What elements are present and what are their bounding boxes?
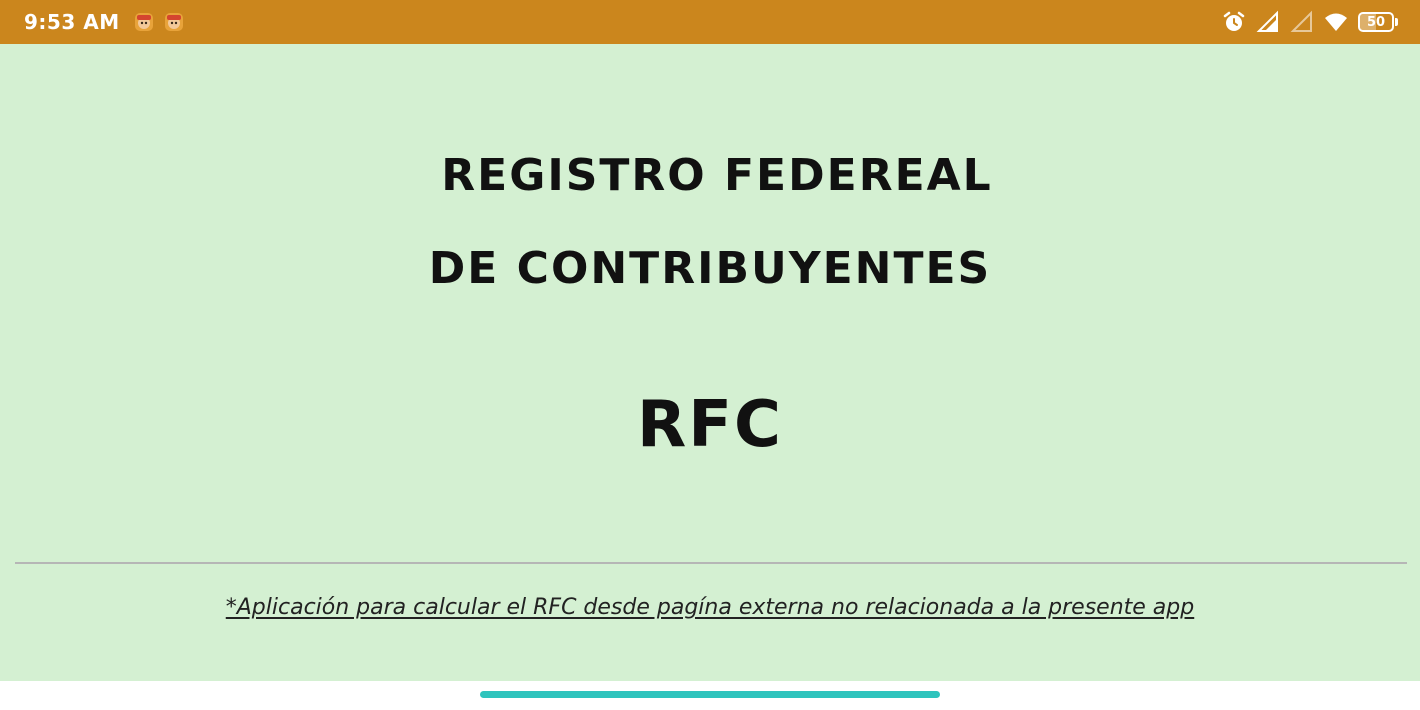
status-right: 50 [1222, 10, 1398, 34]
title-line-1: REGISTRO FEDEREAL [441, 150, 993, 201]
main-content: REGISTRO FEDEREAL DE CONTRIBUYENTES RFC … [0, 44, 1420, 681]
navigation-bar [0, 681, 1420, 710]
battery-tip [1395, 18, 1398, 26]
status-bar: 9:53 AM 50 [0, 0, 1420, 44]
battery-body: 50 [1358, 12, 1394, 32]
rfc-acronym: RFC [637, 388, 783, 462]
cellular-signal-icon [1256, 10, 1280, 34]
title-line-2: DE CONTRIBUYENTES [428, 243, 992, 294]
status-time: 9:53 AM [24, 10, 120, 34]
divider [15, 562, 1407, 564]
alarm-icon [1222, 10, 1246, 34]
game-notification-icon [132, 10, 156, 34]
wifi-icon [1324, 10, 1348, 34]
battery-icon: 50 [1358, 12, 1398, 32]
battery-level: 50 [1366, 14, 1386, 30]
external-calculator-link[interactable]: *Aplicación para calcular el RFC desde p… [0, 595, 1420, 620]
cellular-signal-empty-icon [1290, 10, 1314, 34]
game-notification-icon [162, 10, 186, 34]
home-indicator[interactable] [480, 691, 940, 698]
status-left: 9:53 AM [24, 10, 186, 34]
